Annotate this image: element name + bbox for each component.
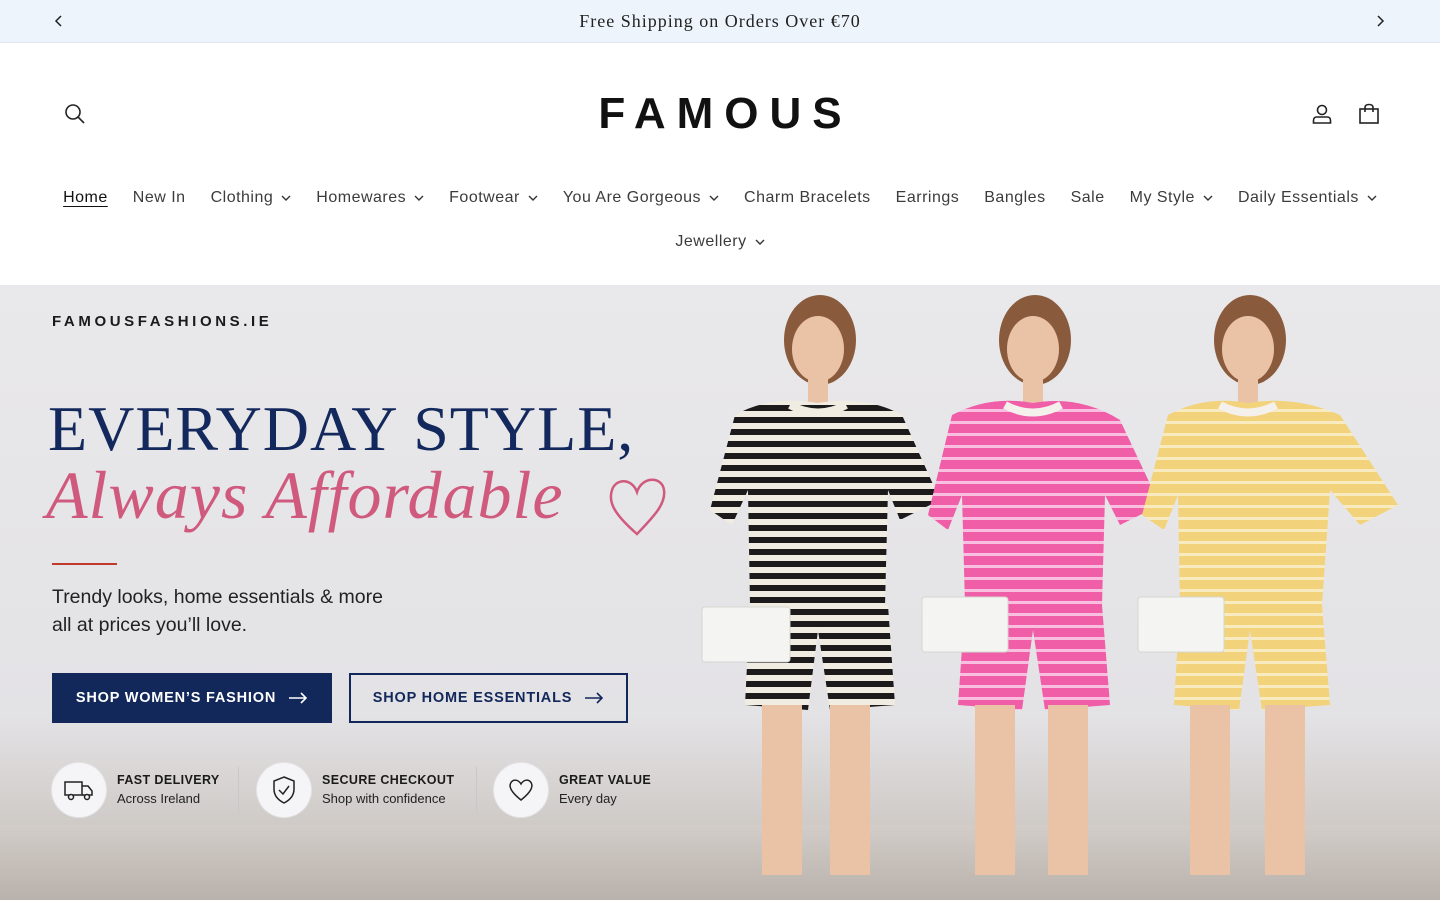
nav-item-home[interactable]: Home bbox=[51, 189, 121, 207]
nav-item-daily-essentials[interactable]: Daily Essentials bbox=[1225, 189, 1389, 207]
heart-outline-icon bbox=[604, 470, 670, 545]
chevron-down-icon bbox=[1367, 195, 1377, 201]
nav-item-footwear[interactable]: Footwear bbox=[437, 189, 551, 207]
nav-item-label: Home bbox=[63, 189, 108, 206]
shop-womens-fashion-label: SHOP WOMEN’S FASHION bbox=[75, 690, 277, 706]
chevron-down-icon bbox=[1203, 195, 1213, 201]
chevron-down-icon bbox=[528, 195, 538, 201]
hero-models-image bbox=[701, 295, 1398, 875]
nav-item-you-are-gorgeous[interactable]: You Are Gorgeous bbox=[550, 189, 731, 207]
truck-icon bbox=[52, 763, 106, 817]
shield-check-icon bbox=[257, 763, 311, 817]
chevron-right-icon[interactable] bbox=[1369, 10, 1391, 32]
hero-script-line: Always Affordable bbox=[46, 457, 564, 533]
chevron-down-icon bbox=[281, 195, 291, 201]
hero-tagline: Trendy looks, home essentials & more all… bbox=[52, 583, 472, 639]
nav-item-label: Bangles bbox=[984, 189, 1046, 206]
shopping-bag-icon[interactable] bbox=[1355, 100, 1383, 128]
arrow-right-icon bbox=[584, 692, 604, 704]
shop-home-essentials-button[interactable]: SHOP HOME ESSENTIALS bbox=[349, 673, 628, 723]
nav-item-clothing[interactable]: Clothing bbox=[198, 189, 304, 207]
feature-secure-checkout: SECURE CHECKOUT Shop with confidence bbox=[257, 763, 454, 817]
feature-subtitle: Across Ireland bbox=[117, 791, 201, 806]
nav-item-label: My Style bbox=[1129, 189, 1195, 206]
chevron-down-icon bbox=[755, 239, 765, 245]
nav-item-label: New In bbox=[132, 189, 186, 206]
feature-subtitle: Every day bbox=[559, 791, 617, 806]
chevron-down-icon bbox=[414, 195, 424, 201]
accent-divider bbox=[52, 563, 117, 565]
user-icon[interactable] bbox=[1308, 100, 1336, 128]
heart-icon bbox=[494, 763, 548, 817]
search-icon[interactable] bbox=[61, 100, 89, 128]
feature-great-value: GREAT VALUE Every day bbox=[494, 763, 651, 817]
nav-row-secondary: Jewellery bbox=[0, 228, 1440, 256]
nav-item-bangles[interactable]: Bangles bbox=[972, 189, 1058, 207]
hero-tagline-line1: Trendy looks, home essentials & more bbox=[52, 586, 383, 608]
arrow-right-icon bbox=[288, 692, 308, 704]
nav-row-primary: Home New In Clothing Homewares Footwear You A… bbox=[0, 184, 1440, 212]
site-logo[interactable]: FAMOUS bbox=[560, 88, 880, 140]
nav-item-homewares[interactable]: Homewares bbox=[304, 189, 437, 207]
chevron-left-icon[interactable] bbox=[48, 10, 70, 32]
nav-item-label: Charm Bracelets bbox=[744, 189, 871, 206]
nav-item-label: Sale bbox=[1070, 189, 1105, 206]
brand-url: FAMOUSFASHIONS.IE bbox=[52, 313, 273, 330]
nav-item-sale[interactable]: Sale bbox=[1058, 189, 1117, 207]
hero-tagline-line2: all at prices you’ll love. bbox=[52, 614, 248, 636]
nav-item-label: Clothing bbox=[210, 189, 274, 206]
announcement-bar: Free Shipping on Orders Over €70 bbox=[0, 0, 1440, 43]
shop-home-essentials-label: SHOP HOME ESSENTIALS bbox=[372, 690, 573, 706]
nav-item-earrings[interactable]: Earrings bbox=[883, 189, 972, 207]
feature-subtitle: Shop with confidence bbox=[322, 791, 446, 806]
nav-item-my-style[interactable]: My Style bbox=[1117, 189, 1225, 207]
nav-item-label: Earrings bbox=[895, 189, 960, 206]
nav-item-new-in[interactable]: New In bbox=[120, 189, 198, 207]
nav-item-label: Daily Essentials bbox=[1237, 189, 1359, 206]
nav-item-label: Homewares bbox=[316, 189, 407, 206]
feature-title: SECURE CHECKOUT bbox=[322, 773, 455, 787]
nav-item-jewellery[interactable]: Jewellery bbox=[663, 233, 777, 251]
feature-title: GREAT VALUE bbox=[559, 773, 652, 787]
feature-divider bbox=[238, 767, 239, 813]
feature-title: FAST DELIVERY bbox=[117, 773, 220, 787]
chevron-down-icon bbox=[709, 195, 719, 201]
feature-divider bbox=[476, 767, 477, 813]
nav-item-label: Footwear bbox=[449, 189, 520, 206]
nav-item-label: You Are Gorgeous bbox=[562, 189, 702, 206]
shop-womens-fashion-button[interactable]: SHOP WOMEN’S FASHION bbox=[52, 673, 332, 723]
nav-item-label: Jewellery bbox=[675, 233, 747, 250]
feature-fast-delivery: FAST DELIVERY Across Ireland bbox=[52, 763, 220, 817]
hero-banner: FAMOUSFASHIONS.IE EVERYDAY STYLE, Always… bbox=[0, 285, 1440, 900]
nav-item-charm-bracelets[interactable]: Charm Bracelets bbox=[732, 189, 884, 207]
announcement-text: Free Shipping on Orders Over €70 bbox=[579, 10, 861, 31]
